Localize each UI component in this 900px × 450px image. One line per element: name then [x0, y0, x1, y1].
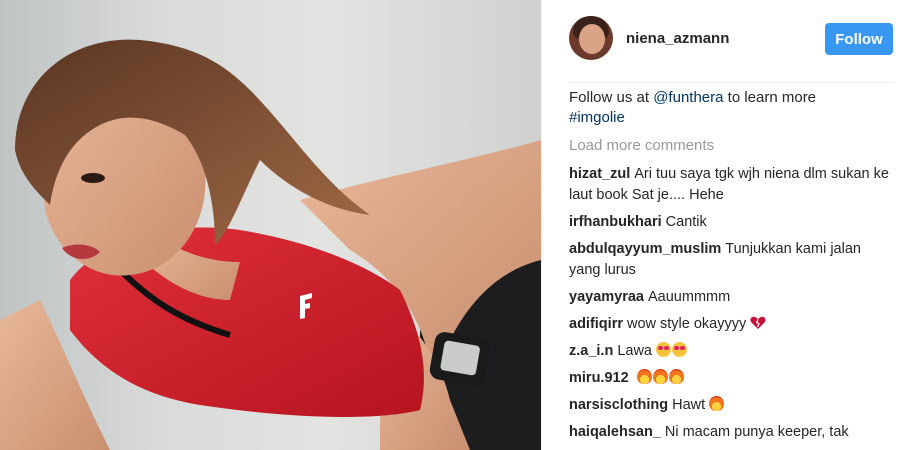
- comment-text: Aauummmm: [648, 289, 731, 305]
- comment-text: Ni macam punya keeper, tak: [664, 424, 849, 440]
- comment-username[interactable]: z.a_i.n: [569, 343, 613, 359]
- follow-button[interactable]: Follow: [825, 23, 893, 55]
- comment: hizat_zul Ari tuu saya tgk wjh niena dlm …: [569, 164, 889, 206]
- comment: irfhanbukhari Cantik: [569, 212, 889, 233]
- post-caption: Follow us at @funthera to learn more #im…: [569, 88, 889, 128]
- comment: haiqalehsan_ Ni macam punya keeper, tak: [569, 422, 889, 443]
- load-more-comments-link[interactable]: Load more comments: [569, 137, 714, 154]
- comment: yayamyraa Aauummmm: [569, 287, 889, 308]
- comment-username[interactable]: yayamyraa: [569, 289, 644, 305]
- heart-eyes-icon: [672, 342, 688, 357]
- comment: abdulqayyum_muslim Tunjukkan kami jalan y…: [569, 239, 889, 281]
- caption-mention-link[interactable]: @funthera: [653, 89, 723, 106]
- header-divider: [569, 82, 894, 83]
- comment-username[interactable]: narsisclothing: [569, 397, 668, 413]
- comments-list: hizat_zul Ari tuu saya tgk wjh niena dlm …: [569, 164, 889, 449]
- comment: adifiqirr wow style okayyyy: [569, 314, 889, 335]
- post-side-panel: niena_azmann Follow Follow us at @funthe…: [541, 0, 900, 450]
- comment: narsisclothing Hawt: [569, 395, 889, 416]
- post-photo[interactable]: [0, 0, 541, 450]
- caption-text: Follow us at: [569, 89, 654, 106]
- comment-username[interactable]: miru.912: [569, 370, 629, 386]
- heart-eyes-icon: [656, 342, 672, 357]
- fire-icon: [668, 369, 684, 384]
- fire-icon: [636, 369, 652, 384]
- fire-icon: [652, 369, 668, 384]
- comment-username[interactable]: hizat_zul: [569, 166, 630, 182]
- comment-text: wow style okayyyy: [626, 316, 747, 332]
- caption-suffix: to learn more: [723, 89, 817, 106]
- comment: z.a_i.n Lawa: [569, 341, 889, 362]
- comment-username[interactable]: irfhanbukhari: [569, 214, 662, 230]
- post-photo-illustration: [0, 39, 541, 450]
- avatar[interactable]: [569, 16, 613, 60]
- comment-username[interactable]: haiqalehsan_: [569, 424, 661, 440]
- comment-text: Hawt: [672, 397, 706, 413]
- post-header: niena_azmann Follow: [542, 0, 900, 82]
- fire-icon: [709, 396, 725, 411]
- comment-text: Cantik: [665, 214, 707, 230]
- username[interactable]: niena_azmann: [626, 30, 729, 47]
- avatar-face: [579, 24, 605, 54]
- comment-username[interactable]: abdulqayyum_muslim: [569, 241, 721, 257]
- comment-username[interactable]: adifiqirr: [569, 316, 623, 332]
- broken-heart-icon: [750, 316, 766, 329]
- comment: miru.912: [569, 368, 889, 389]
- caption-hashtag-link[interactable]: #imgolie: [569, 109, 625, 126]
- comment-text: Lawa: [617, 343, 652, 359]
